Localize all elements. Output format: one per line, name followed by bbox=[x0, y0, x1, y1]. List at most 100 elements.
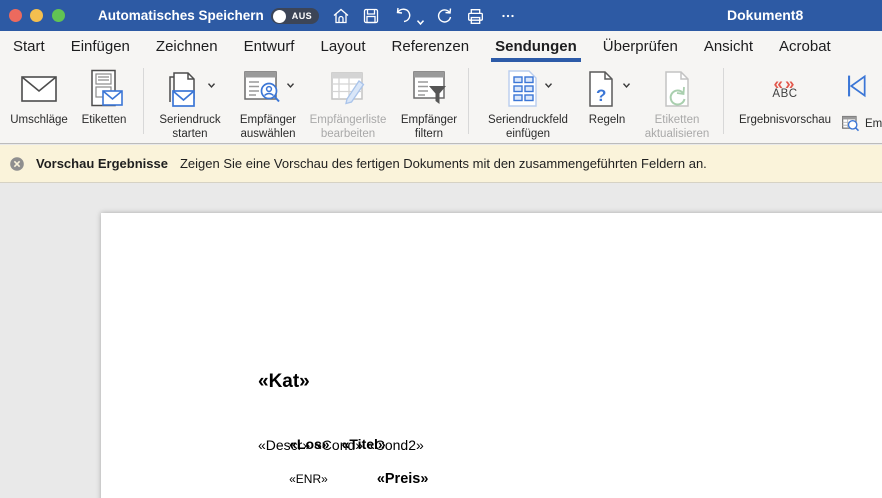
toggle-knob bbox=[273, 10, 286, 23]
seriendruckfeld-einfuegen-label: Seriendruckfeld einfügen bbox=[488, 114, 568, 141]
tab-referenzen[interactable]: Referenzen bbox=[379, 31, 483, 62]
dropdown-chevron-icon bbox=[622, 82, 631, 89]
home-button[interactable] bbox=[330, 5, 352, 27]
ribbon-sendungen: Umschläge Etiketten bbox=[0, 62, 882, 143]
etiketten-button[interactable]: Etiketten bbox=[72, 64, 136, 142]
word-window: Automatisches Speichern AUS bbox=[0, 0, 882, 498]
abc-icon-text: ABC bbox=[772, 89, 797, 100]
undo-dropdown-chevron[interactable] bbox=[416, 13, 425, 31]
infobar-title: Vorschau Ergebnisse bbox=[36, 156, 168, 171]
tab-zeichnen[interactable]: Zeichnen bbox=[143, 31, 231, 62]
autosave-state: AUS bbox=[292, 11, 312, 21]
document-page[interactable]: «Kat» «Los»«Titel» «Descr» «Cond» «Cond2… bbox=[101, 213, 882, 498]
group-separator bbox=[143, 68, 144, 134]
previous-record-icon bbox=[875, 72, 882, 100]
empfaengerliste-bearbeiten-button: Empfängerlistebearbeiten bbox=[306, 64, 390, 142]
rules-icon: ? bbox=[583, 69, 619, 109]
label-line1: Seriendruckfeld bbox=[488, 114, 568, 126]
merge-field-preis[interactable]: «Preis» bbox=[377, 471, 429, 487]
close-window-button[interactable] bbox=[9, 9, 22, 22]
group-separator bbox=[468, 68, 469, 134]
svg-text:?: ? bbox=[596, 86, 606, 105]
merge-field-descr-line[interactable]: «Descr» «Cond» «Cond2» bbox=[258, 437, 424, 453]
etiketten-aktualisieren-button: Etiketten aktualisieren bbox=[634, 64, 720, 142]
tab-ansicht[interactable]: Ansicht bbox=[691, 31, 766, 62]
tab-einfuegen[interactable]: Einfügen bbox=[58, 31, 143, 62]
regeln-button[interactable]: ? Regeln bbox=[580, 64, 634, 142]
save-button[interactable] bbox=[360, 5, 382, 27]
merge-field-kat[interactable]: «Kat» bbox=[258, 371, 310, 393]
document-title: Dokument8 bbox=[727, 7, 803, 23]
dropdown-chevron-icon bbox=[207, 82, 216, 89]
fullscreen-window-button[interactable] bbox=[52, 9, 65, 22]
empfaenger-suchen-button[interactable]: Em bbox=[841, 114, 882, 134]
printer-icon bbox=[465, 6, 486, 27]
previous-record-button[interactable] bbox=[875, 72, 882, 103]
tab-ueberpruefen[interactable]: Überprüfen bbox=[590, 31, 691, 62]
label-line1: Empfängerliste bbox=[310, 114, 387, 126]
update-labels-icon bbox=[659, 69, 695, 109]
print-button[interactable] bbox=[464, 5, 486, 27]
save-icon bbox=[361, 6, 381, 26]
dismiss-infobar-icon[interactable] bbox=[9, 156, 25, 172]
label-line1: Empfänger bbox=[401, 114, 457, 126]
first-record-icon bbox=[843, 72, 869, 100]
etiketten-aktualisieren-label: Etiketten aktualisieren bbox=[645, 114, 710, 141]
merge-field-enr[interactable]: «ENR» bbox=[289, 472, 328, 486]
undo-button[interactable] bbox=[392, 5, 414, 27]
tab-sendungen[interactable]: Sendungen bbox=[482, 31, 590, 62]
umschlaege-label: Umschläge bbox=[10, 114, 68, 128]
label-line2: aktualisieren bbox=[645, 128, 710, 140]
select-recipients-icon bbox=[241, 68, 283, 110]
redo-button[interactable] bbox=[433, 5, 455, 27]
dropdown-chevron-icon bbox=[544, 82, 553, 89]
find-recipient-icon bbox=[841, 114, 861, 134]
more-toolbar-button[interactable] bbox=[497, 5, 519, 27]
autosave-label: Automatisches Speichern bbox=[98, 8, 264, 23]
ergebnisvorschau-button[interactable]: «» ABC Ergebnisvorschau bbox=[730, 64, 840, 142]
empfaenger-suchen-label: Em bbox=[865, 118, 882, 130]
label-line2: filtern bbox=[415, 128, 443, 140]
tab-layout[interactable]: Layout bbox=[307, 31, 378, 62]
start-mail-merge-icon bbox=[164, 68, 204, 110]
preview-results-infobar: Vorschau Ergebnisse Zeigen Sie eine Vors… bbox=[0, 145, 882, 183]
seriendruck-starten-button[interactable]: Seriendruck starten bbox=[150, 64, 230, 142]
home-icon bbox=[331, 6, 351, 26]
label-line2: starten bbox=[172, 128, 207, 140]
undo-icon bbox=[393, 6, 413, 26]
labels-icon bbox=[84, 69, 124, 109]
umschlaege-button[interactable]: Umschläge bbox=[6, 64, 72, 142]
empfaenger-auswaehlen-label: Empfänger auswählen bbox=[240, 114, 296, 141]
group-separator bbox=[723, 68, 724, 134]
ellipsis-icon bbox=[499, 7, 517, 25]
label-line2: einfügen bbox=[506, 128, 550, 140]
envelope-icon bbox=[19, 73, 59, 105]
label-line1: Etiketten bbox=[655, 114, 700, 126]
filter-recipients-icon bbox=[408, 68, 450, 110]
regeln-label: Regeln bbox=[589, 114, 625, 128]
redo-icon bbox=[434, 6, 454, 26]
autosave-toggle[interactable]: AUS bbox=[271, 8, 319, 24]
first-record-button[interactable] bbox=[843, 72, 869, 103]
document-area: «Kat» «Los»«Titel» «Descr» «Cond» «Cond2… bbox=[0, 183, 882, 498]
empfaenger-auswaehlen-button[interactable]: Empfänger auswählen bbox=[230, 64, 306, 142]
label-line2: auswählen bbox=[241, 128, 296, 140]
etiketten-label: Etiketten bbox=[82, 114, 127, 128]
seriendruckfeld-einfuegen-button[interactable]: Seriendruckfeld einfügen bbox=[476, 64, 580, 142]
empfaenger-filtern-button[interactable]: Empfänger filtern bbox=[390, 64, 468, 142]
insert-merge-field-icon bbox=[503, 69, 541, 109]
preview-results-icon: «» ABC bbox=[772, 78, 797, 100]
tab-acrobat[interactable]: Acrobat bbox=[766, 31, 844, 62]
label-line1: Empfänger bbox=[240, 114, 296, 126]
tab-start[interactable]: Start bbox=[0, 31, 58, 62]
titlebar: Automatisches Speichern AUS bbox=[0, 0, 882, 31]
seriendruck-starten-label: Seriendruck starten bbox=[159, 114, 220, 141]
tab-entwurf[interactable]: Entwurf bbox=[231, 31, 308, 62]
infobar-description: Zeigen Sie eine Vorschau des fertigen Do… bbox=[180, 156, 707, 171]
merge-field-line: «ENR» «Preis» bbox=[258, 454, 428, 498]
empfaengerliste-bearbeiten-label: Empfängerlistebearbeiten bbox=[310, 114, 387, 141]
ergebnisvorschau-label: Ergebnisvorschau bbox=[739, 114, 831, 128]
minimize-window-button[interactable] bbox=[30, 9, 43, 22]
label-line1: Seriendruck bbox=[159, 114, 220, 126]
ribbon-chrome: Start Einfügen Zeichnen Entwurf Layout R… bbox=[0, 31, 882, 144]
